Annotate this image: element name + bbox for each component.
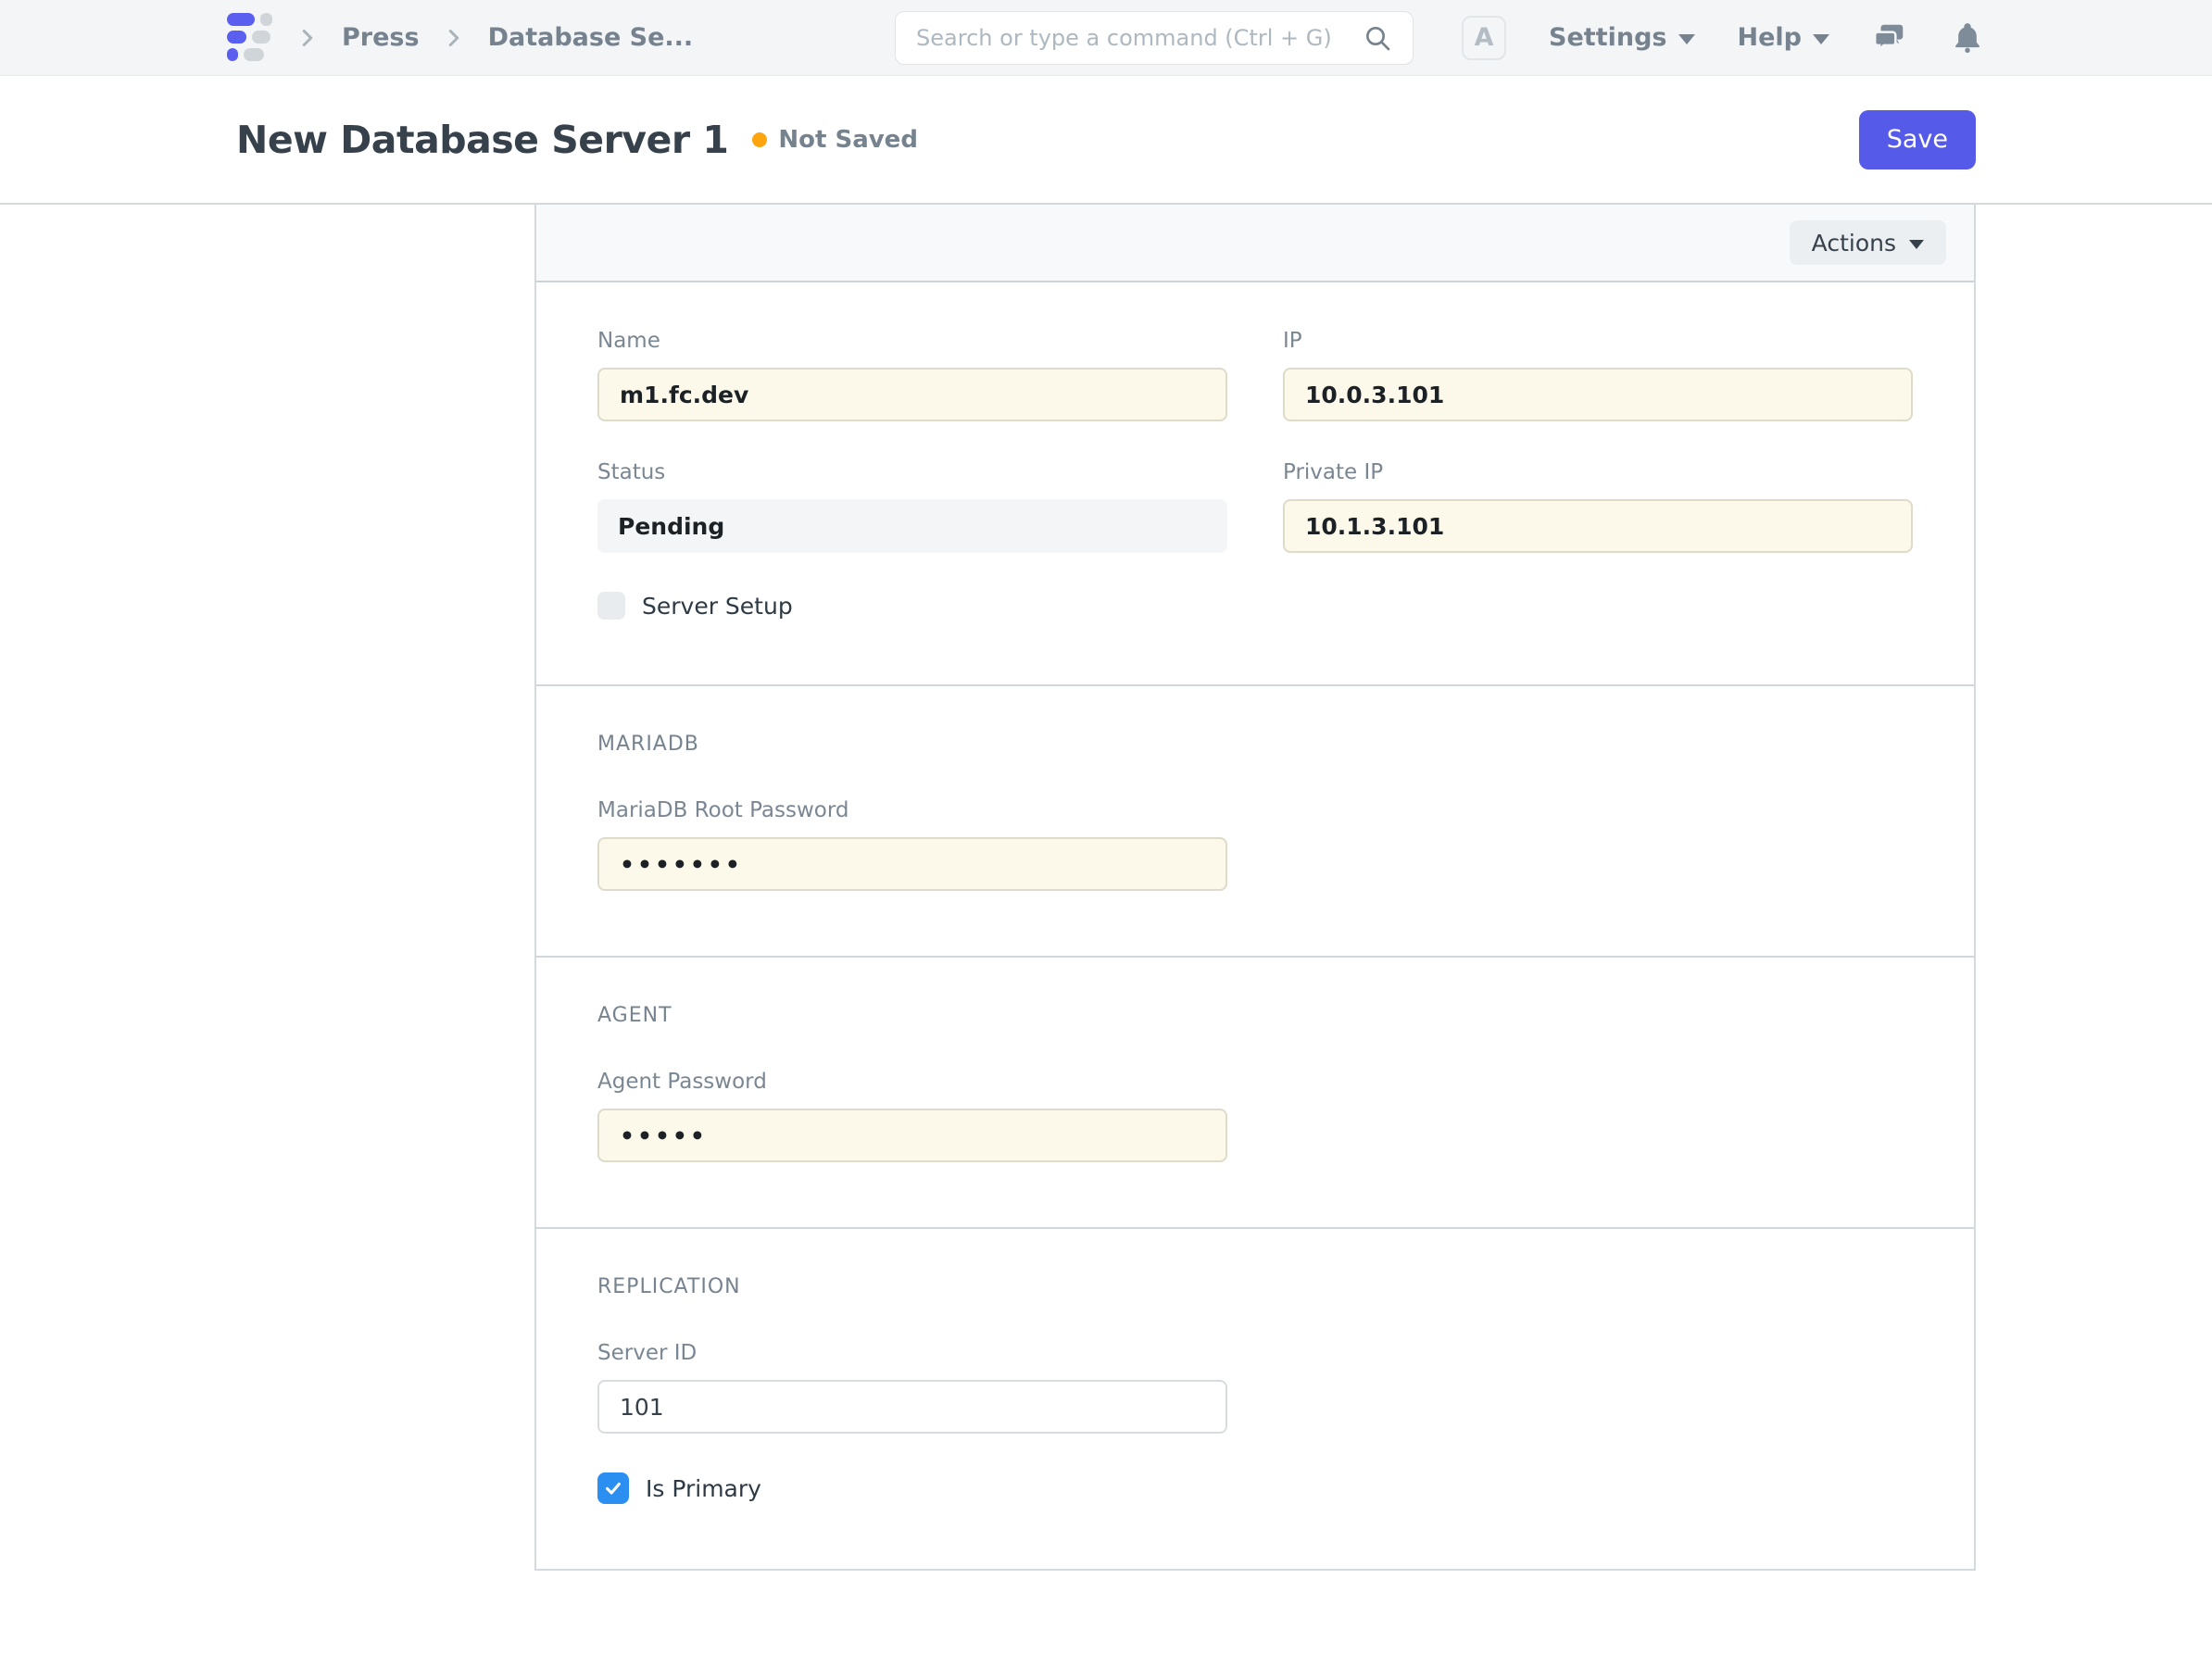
not-saved-label: Not Saved xyxy=(778,126,918,154)
chat-icon[interactable] xyxy=(1872,20,1907,56)
mariadb-section-heading: MARIADB xyxy=(597,733,1913,756)
save-button[interactable]: Save xyxy=(1859,110,1976,169)
field-name: Name xyxy=(597,329,1227,421)
section-agent: AGENT Agent Password xyxy=(536,958,1974,1229)
form-container: Actions Name Status Pending xyxy=(534,205,1976,1571)
global-search[interactable] xyxy=(895,11,1414,65)
ip-input[interactable] xyxy=(1283,368,1913,421)
form-column-left: MariaDB Root Password xyxy=(597,798,1227,891)
chevron-down-icon xyxy=(1678,34,1695,44)
server-id-input[interactable] xyxy=(597,1380,1227,1434)
agent-password-input[interactable] xyxy=(597,1109,1227,1162)
form-column-right: IP Private IP xyxy=(1283,329,1913,620)
form-column-left: Server ID Is Primary xyxy=(597,1341,1227,1504)
chevron-down-icon xyxy=(1909,240,1924,249)
field-ip: IP xyxy=(1283,329,1913,421)
actions-label: Actions xyxy=(1812,230,1896,257)
form-column-left: Name Status Pending Server Setup xyxy=(597,329,1227,620)
mariadb-root-password-input[interactable] xyxy=(597,837,1227,891)
navbar-right: A Settings Help xyxy=(1462,16,1985,60)
chevron-right-icon xyxy=(294,24,321,52)
page-title: New Database Server 1 xyxy=(236,118,728,162)
name-input[interactable] xyxy=(597,368,1227,421)
field-private-ip: Private IP xyxy=(1283,460,1913,553)
server-id-label: Server ID xyxy=(597,1341,1227,1365)
avatar[interactable]: A xyxy=(1462,16,1506,60)
status-value: Pending xyxy=(597,499,1227,553)
checkmark-icon xyxy=(603,1478,623,1498)
field-server-setup: Server Setup xyxy=(597,592,1227,620)
field-is-primary: Is Primary xyxy=(597,1472,1227,1504)
app-logo-icon[interactable] xyxy=(227,11,273,65)
is-primary-label: Is Primary xyxy=(646,1475,761,1502)
breadcrumb: Press Database Se... xyxy=(227,11,693,65)
section-mariadb: MARIADB MariaDB Root Password xyxy=(536,686,1974,958)
server-setup-checkbox[interactable] xyxy=(597,592,625,620)
section-replication: REPLICATION Server ID Is Primary xyxy=(536,1229,1974,1569)
name-label: Name xyxy=(597,329,1227,353)
actions-button[interactable]: Actions xyxy=(1790,220,1946,265)
agent-section-heading: AGENT xyxy=(597,1004,1913,1027)
breadcrumb-item-press[interactable]: Press xyxy=(342,23,420,52)
server-setup-label: Server Setup xyxy=(642,593,793,620)
page-header: New Database Server 1 Not Saved Save xyxy=(0,76,2212,205)
settings-menu[interactable]: Settings xyxy=(1549,23,1694,52)
status-label: Status xyxy=(597,460,1227,484)
search-input[interactable] xyxy=(916,25,1363,51)
bell-icon[interactable] xyxy=(1950,20,1985,56)
search-icon xyxy=(1363,23,1392,53)
settings-label: Settings xyxy=(1549,23,1666,52)
field-server-id: Server ID xyxy=(597,1341,1227,1434)
not-saved-dot-icon xyxy=(752,132,767,147)
form-toolbar: Actions xyxy=(536,205,1974,282)
agent-password-label: Agent Password xyxy=(597,1070,1227,1094)
help-label: Help xyxy=(1738,23,1803,52)
replication-section-heading: REPLICATION xyxy=(597,1275,1913,1298)
field-status: Status Pending xyxy=(597,460,1227,553)
frappe-logo-icon xyxy=(227,11,273,61)
field-agent-password: Agent Password xyxy=(597,1070,1227,1162)
private-ip-input[interactable] xyxy=(1283,499,1913,553)
ip-label: IP xyxy=(1283,329,1913,353)
private-ip-label: Private IP xyxy=(1283,460,1913,484)
section-details: Name Status Pending Server Setup xyxy=(536,282,1974,686)
is-primary-checkbox[interactable] xyxy=(597,1472,629,1504)
help-menu[interactable]: Help xyxy=(1738,23,1830,52)
field-mariadb-root-password: MariaDB Root Password xyxy=(597,798,1227,891)
form-column-left: Agent Password xyxy=(597,1070,1227,1162)
chevron-down-icon xyxy=(1813,34,1829,44)
mariadb-root-password-label: MariaDB Root Password xyxy=(597,798,1227,822)
chevron-right-icon xyxy=(440,24,468,52)
breadcrumb-item-database-server[interactable]: Database Se... xyxy=(488,23,694,52)
status-badge: Not Saved xyxy=(752,126,918,154)
navbar: Press Database Se... A Settings Help xyxy=(0,0,2212,76)
